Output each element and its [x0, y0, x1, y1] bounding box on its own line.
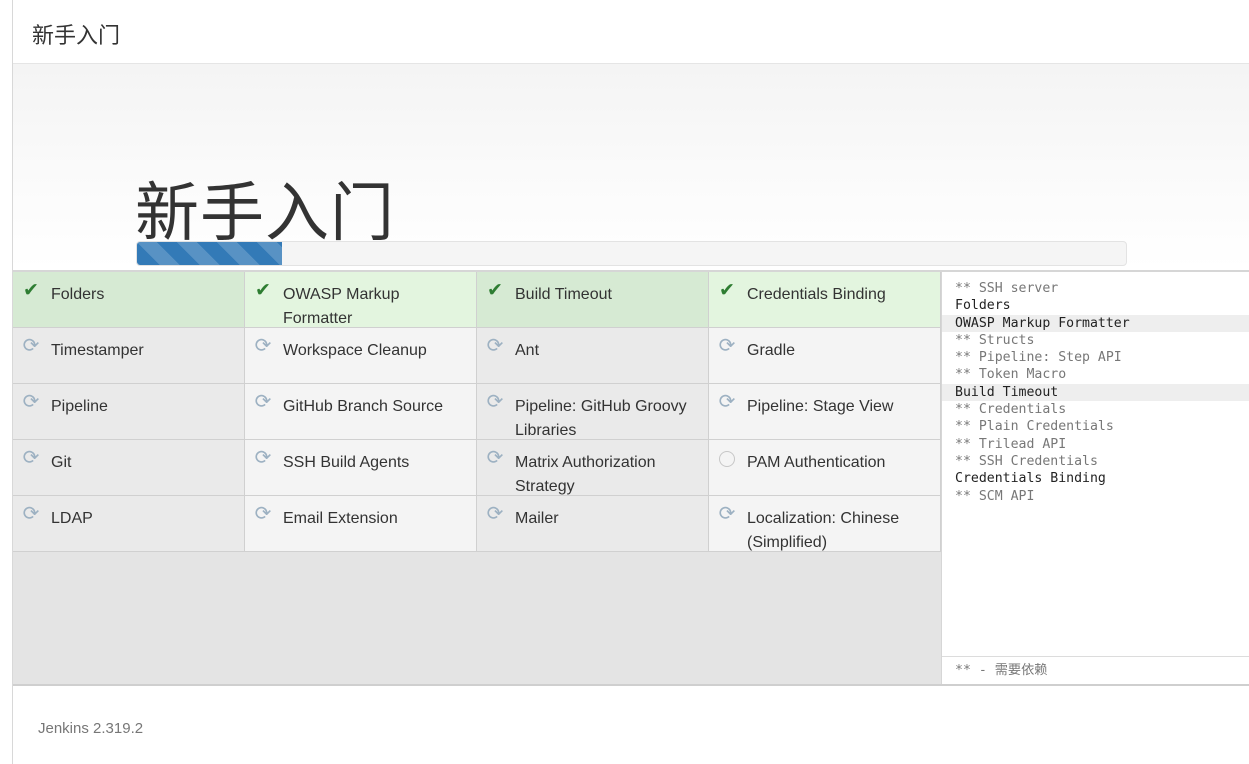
- log-line: ** Token Macro: [955, 367, 1067, 383]
- pending-circle-icon: [717, 448, 737, 468]
- plugin-cell: ✔ OWASP Markup Formatter: [245, 272, 477, 328]
- refresh-icon: ⟳: [718, 391, 736, 413]
- plugin-name: Folders: [51, 286, 105, 303]
- log-line: ** Pipeline: Step API: [955, 350, 1122, 366]
- plugin-name: Timestamper: [51, 342, 144, 359]
- refresh-icon: ⟳: [22, 335, 40, 357]
- plugin-name: Pipeline: Stage View: [747, 398, 894, 415]
- plugin-name: Build Timeout: [515, 286, 612, 303]
- log-line: ** SSH server: [955, 281, 1059, 296]
- log-line: Build Timeout: [942, 383, 1249, 402]
- log-legend: ** - 需要依赖: [942, 656, 1249, 684]
- log-line: Credentials Binding: [955, 471, 1106, 487]
- plugin-name: Ant: [515, 342, 540, 359]
- plugin-name: PAM Authentication: [747, 454, 886, 471]
- plugin-name: Workspace Cleanup: [283, 342, 427, 359]
- plugin-name: Email Extension: [283, 510, 398, 527]
- plugin-cell: PAM Authentication: [709, 440, 941, 496]
- refresh-icon: ⟳: [254, 391, 272, 413]
- plugin-name: GitHub Branch Source: [283, 398, 444, 415]
- plugin-cell: ⟳ Gradle: [709, 328, 941, 384]
- left-window-edge: [0, 0, 13, 764]
- plugin-name: Matrix Authorization Strategy: [515, 454, 656, 495]
- log-line: OWASP Markup Formatter: [942, 314, 1249, 332]
- refresh-icon: ⟳: [254, 335, 272, 357]
- plugin-cell: ✔ Build Timeout: [477, 272, 709, 328]
- dialog-footer: Jenkins 2.319.2: [13, 686, 1249, 764]
- check-icon: ✔: [23, 279, 39, 301]
- plugin-name: Pipeline: GitHub Groovy Libraries: [515, 398, 687, 439]
- header-title: 新手入门: [32, 24, 121, 49]
- refresh-icon: ⟳: [718, 503, 736, 525]
- plugin-name: Pipeline: [51, 398, 108, 415]
- log-line: Folders: [955, 298, 1011, 314]
- refresh-icon: ⟳: [22, 447, 40, 469]
- plugin-name: LDAP: [51, 510, 93, 527]
- plugin-cell: ⟳ Pipeline: GitHub Groovy Libraries: [477, 384, 709, 440]
- log-line: ** Trilead API: [955, 436, 1067, 452]
- plugin-cell: ⟳ Matrix Authorization Strategy: [477, 440, 709, 496]
- plugin-cell: ⟳ LDAP: [13, 496, 245, 552]
- plugin-cell: ⟳ Email Extension: [245, 496, 477, 552]
- check-icon: ✔: [487, 279, 503, 301]
- install-log-panel: ** SSH server Folders OWASP Markup Formatt…: [941, 272, 1249, 684]
- dialog-header: 新手入门: [13, 0, 1249, 64]
- plugin-cell: ✔ Credentials Binding: [709, 272, 941, 328]
- plugin-name: Git: [51, 454, 72, 471]
- plugin-cell: ⟳ Localization: Chinese (Simplified): [709, 496, 941, 552]
- setup-wizard-dialog: 新手入门 新手入门 ✔ Folders ✔ OWASP Markup Formatte…: [13, 0, 1249, 764]
- log-line: ** Credentials: [955, 402, 1067, 418]
- refresh-icon: ⟳: [486, 391, 504, 413]
- plugin-grid: ✔ Folders ✔ OWASP Markup Formatter ✔ Build Ti…: [13, 272, 941, 552]
- log-line: ** Structs: [955, 332, 1035, 348]
- check-icon: ✔: [255, 279, 271, 301]
- plugin-name: Mailer: [515, 510, 559, 527]
- install-progress-bar: [136, 241, 1127, 266]
- log-line: ** SCM API: [955, 488, 1035, 504]
- plugin-cell: ⟳ Mailer: [477, 496, 709, 552]
- refresh-icon: ⟳: [486, 447, 504, 469]
- plugin-name: OWASP Markup Formatter: [283, 286, 400, 327]
- plugin-cell: ⟳ Ant: [477, 328, 709, 384]
- plugin-cell: ⟳ Timestamper: [13, 328, 245, 384]
- plugin-name: Credentials Binding: [747, 286, 886, 303]
- install-log-lines: ** SSH server Folders OWASP Markup Formatt…: [942, 280, 1249, 505]
- jenkins-version: Jenkins 2.319.2: [38, 720, 144, 737]
- plugin-name: SSH Build Agents: [283, 454, 410, 471]
- plugin-cell: ⟳ Pipeline: Stage View: [709, 384, 941, 440]
- plugin-cell: ✔ Folders: [13, 272, 245, 328]
- refresh-icon: ⟳: [254, 447, 272, 469]
- refresh-icon: ⟳: [22, 391, 40, 413]
- plugin-cell: ⟳ Pipeline: [13, 384, 245, 440]
- check-icon: ✔: [719, 279, 735, 301]
- refresh-icon: ⟳: [718, 335, 736, 357]
- plugin-cell: ⟳ Workspace Cleanup: [245, 328, 477, 384]
- refresh-icon: ⟳: [486, 335, 504, 357]
- plugin-name: Gradle: [747, 342, 796, 359]
- log-line: ** SSH Credentials: [955, 453, 1098, 469]
- refresh-icon: ⟳: [22, 503, 40, 525]
- install-content: ✔ Folders ✔ OWASP Markup Formatter ✔ Build Ti…: [13, 270, 1249, 686]
- install-progress-fill: [137, 242, 283, 265]
- hero-section: 新手入门: [13, 64, 1249, 270]
- refresh-icon: ⟳: [486, 503, 504, 525]
- plugin-cell: ⟳ SSH Build Agents: [245, 440, 477, 496]
- plugin-name: Localization: Chinese (Simplified): [747, 510, 900, 551]
- plugin-cell: ⟳ Git: [13, 440, 245, 496]
- refresh-icon: ⟳: [254, 503, 272, 525]
- log-line: ** Plain Credentials: [955, 419, 1114, 435]
- plugin-cell: ⟳ GitHub Branch Source: [245, 384, 477, 440]
